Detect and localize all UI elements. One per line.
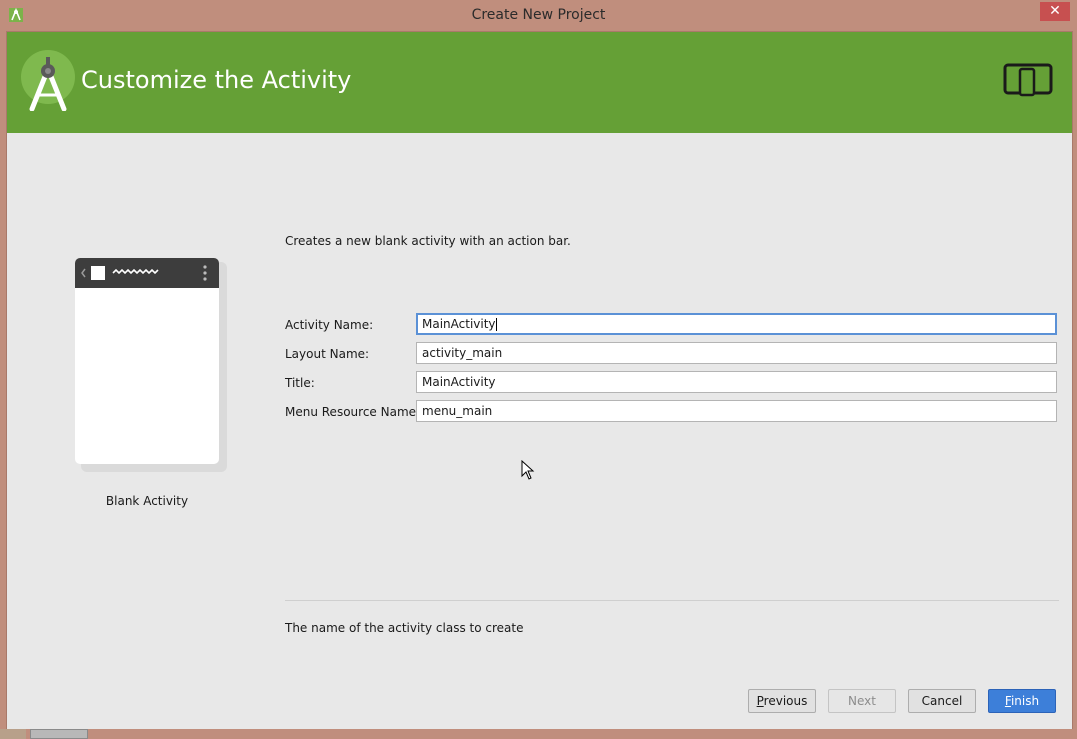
title-label: Title:: [285, 376, 315, 390]
page-title: Customize the Activity: [81, 66, 352, 94]
previous-button[interactable]: Previous: [748, 689, 816, 713]
finish-button[interactable]: Finish: [988, 689, 1056, 713]
activity-name-row: Activity Name: MainActivity: [285, 313, 1059, 337]
window-title: Create New Project: [471, 7, 606, 23]
text-caret: [495, 318, 497, 331]
layout-name-input[interactable]: activity_main: [416, 342, 1057, 364]
cancel-button[interactable]: Cancel: [908, 689, 976, 713]
wizard-header: Customize the Activity: [7, 32, 1072, 133]
layout-name-label: Layout Name:: [285, 347, 370, 361]
close-button[interactable]: ✕: [1040, 2, 1070, 21]
taskbar-item[interactable]: [0, 729, 26, 739]
divider: [285, 600, 1059, 601]
android-studio-logo-icon: [21, 50, 75, 111]
layout-name-row: Layout Name: activity_main: [285, 342, 1059, 366]
taskbar: [0, 729, 1077, 739]
activity-preview: [75, 258, 219, 464]
activity-name-label: Activity Name:: [285, 318, 374, 332]
title-input[interactable]: MainActivity: [416, 371, 1057, 393]
window-titlebar: Create New Project ✕: [0, 0, 1077, 31]
menu-resource-name-label: Menu Resource Name:: [285, 405, 421, 419]
mouse-pointer-icon: [521, 460, 535, 480]
phone-tablet-icon: [1003, 63, 1053, 97]
activity-name-input[interactable]: MainActivity: [416, 313, 1057, 335]
next-button[interactable]: Next: [828, 689, 896, 713]
taskbar-item-android-studio[interactable]: [30, 729, 88, 739]
title-row: Title: MainActivity: [285, 371, 1059, 395]
template-description: Creates a new blank activity with an act…: [285, 234, 571, 248]
menu-resource-name-input[interactable]: menu_main: [416, 400, 1057, 422]
preview-label: Blank Activity: [105, 494, 189, 508]
action-bar-icons: [81, 265, 207, 281]
wizard-window: Customize the Activity Blank Activity Cr…: [6, 31, 1073, 730]
preview-action-bar: [75, 258, 219, 288]
field-help-text: The name of the activity class to create: [285, 621, 524, 635]
menu-resource-row: Menu Resource Name: menu_main: [285, 400, 1059, 424]
